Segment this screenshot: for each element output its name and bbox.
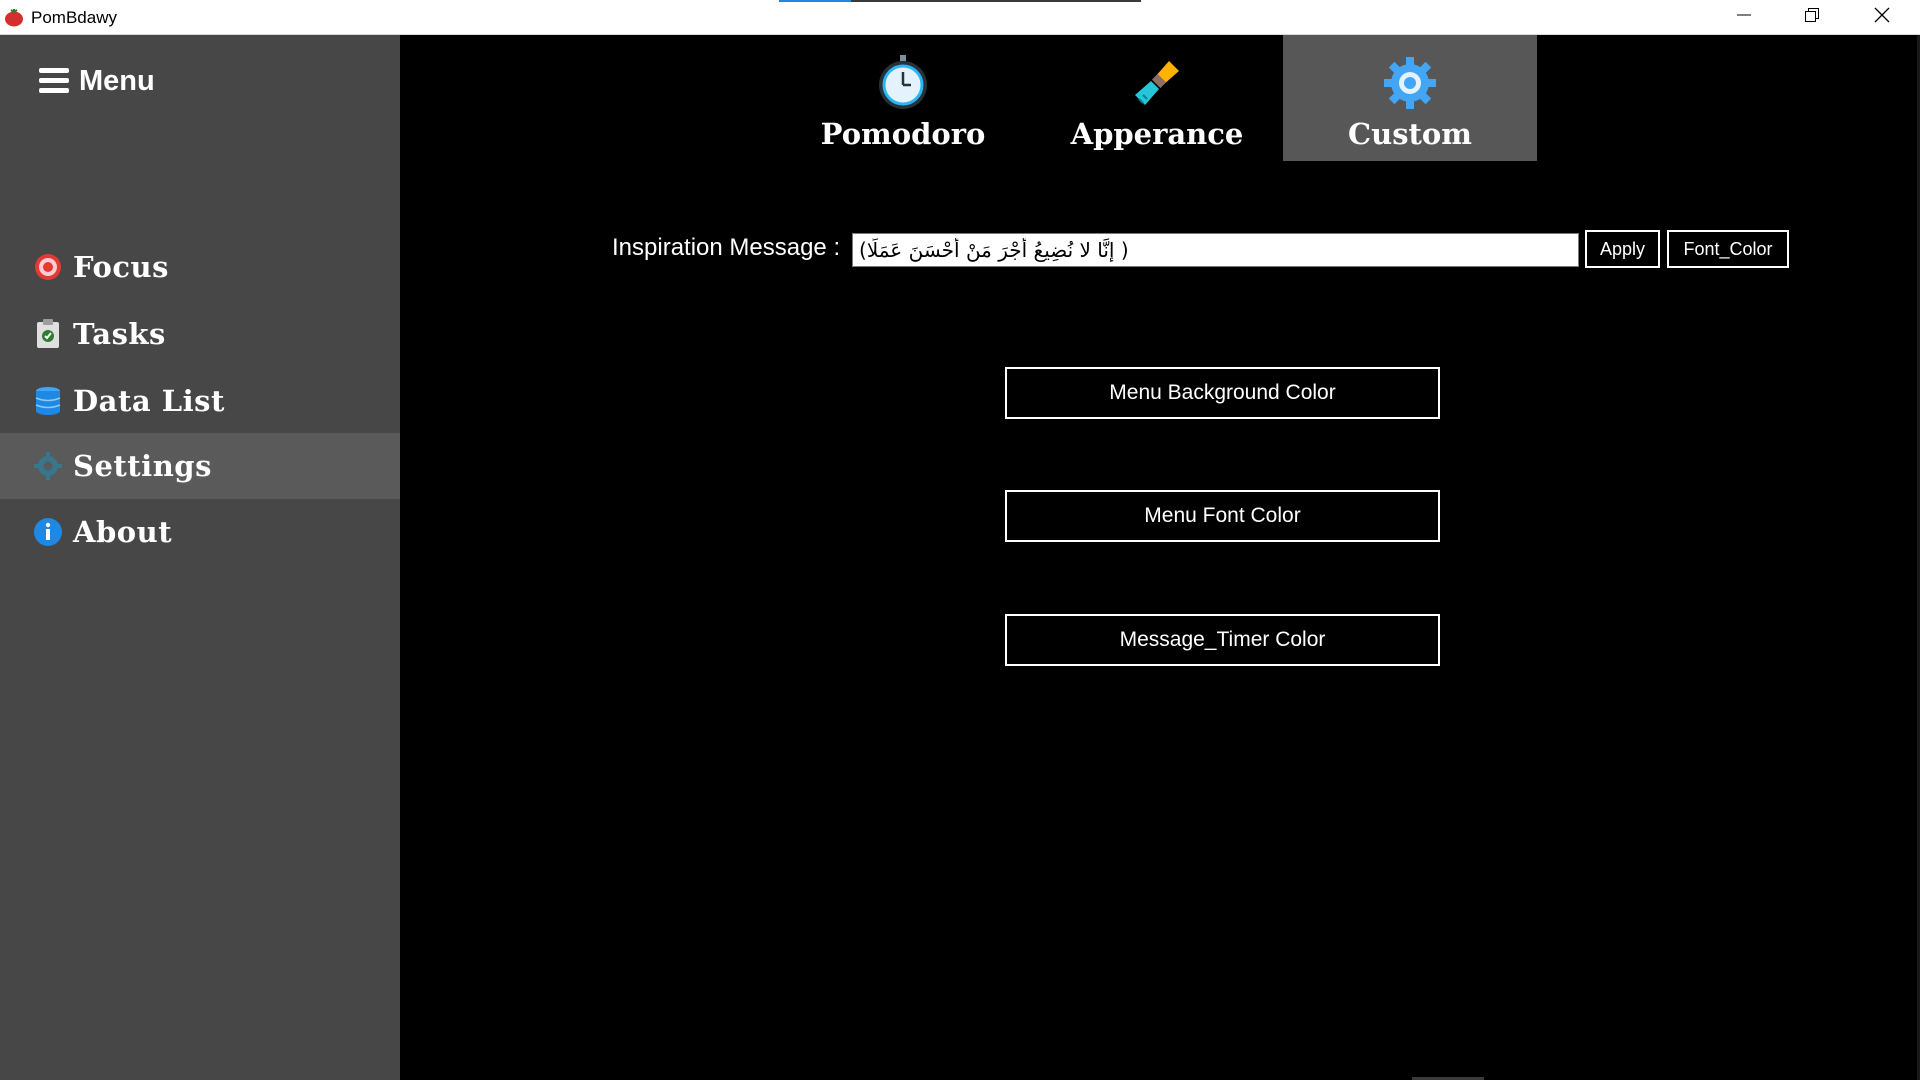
title-bar: PomBdawy xyxy=(0,0,1920,35)
minimize-button[interactable] xyxy=(1710,0,1778,34)
gear-icon xyxy=(33,451,63,481)
sidebar-item-settings[interactable]: Settings xyxy=(0,433,400,499)
restore-icon xyxy=(1805,7,1819,27)
sidebar-item-label: Tasks xyxy=(73,317,166,351)
font-color-button[interactable]: Font_Color xyxy=(1667,230,1789,268)
sidebar-item-data-list[interactable]: Data List xyxy=(0,368,400,434)
clipboard-icon xyxy=(33,319,63,349)
close-icon xyxy=(1874,7,1890,28)
message-timer-color-button[interactable]: Message_Timer Color xyxy=(1005,614,1440,666)
sidebar-item-about[interactable]: About xyxy=(0,499,400,565)
close-button[interactable] xyxy=(1848,0,1916,34)
sidebar-item-tasks[interactable]: Tasks xyxy=(0,301,400,367)
sidebar: Menu Focus Tasks Data List Settings Abou… xyxy=(0,35,400,1080)
paintbrush-icon xyxy=(1129,55,1185,111)
window-title: PomBdawy xyxy=(31,8,117,27)
info-icon xyxy=(33,517,63,547)
menu-font-color-button[interactable]: Menu Font Color xyxy=(1005,490,1440,542)
tab-custom[interactable]: Custom xyxy=(1283,35,1537,161)
tomato-icon xyxy=(4,9,24,27)
stopwatch-icon xyxy=(875,55,931,111)
apply-button[interactable]: Apply xyxy=(1585,230,1660,268)
target-icon xyxy=(33,252,63,282)
restore-button[interactable] xyxy=(1778,0,1846,34)
menu-label: Menu xyxy=(79,64,155,97)
sidebar-item-label: Data List xyxy=(73,384,225,418)
minimize-icon xyxy=(1737,8,1751,27)
inspiration-input[interactable] xyxy=(852,233,1579,267)
sidebar-item-focus[interactable]: Focus xyxy=(0,234,400,300)
hamburger-icon xyxy=(39,68,69,94)
tab-label: Custom xyxy=(1348,117,1472,151)
tab-apperance[interactable]: Apperance xyxy=(1030,35,1284,161)
database-icon xyxy=(33,386,63,416)
menu-toggle[interactable]: Menu xyxy=(39,60,155,102)
gear-icon xyxy=(1382,55,1438,111)
sidebar-item-label: About xyxy=(73,515,173,549)
sidebar-item-label: Settings xyxy=(73,449,212,483)
tab-label: Apperance xyxy=(1070,117,1244,151)
menu-background-color-button[interactable]: Menu Background Color xyxy=(1005,367,1440,419)
sidebar-item-label: Focus xyxy=(73,250,169,284)
loading-progress xyxy=(779,0,1141,2)
tab-pomodoro[interactable]: Pomodoro xyxy=(776,35,1030,161)
inspiration-label: Inspiration Message : xyxy=(612,234,841,261)
tab-label: Pomodoro xyxy=(820,117,986,151)
